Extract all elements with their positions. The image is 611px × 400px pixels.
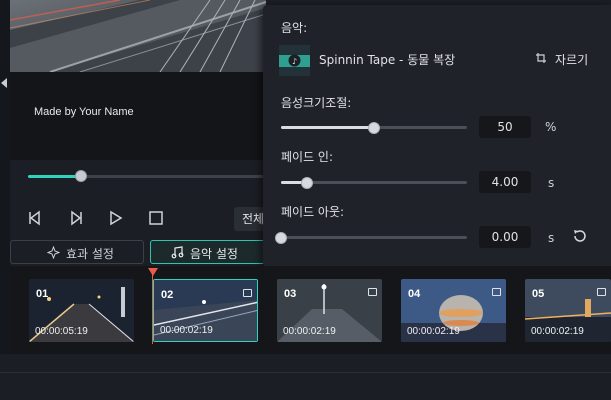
bottom-divider: [0, 372, 611, 373]
bottom-bar: [0, 354, 611, 400]
collapse-left-arrow-icon[interactable]: [1, 78, 7, 88]
tab-effects-settings[interactable]: 효과 설정: [10, 240, 144, 264]
fade-out-value-input[interactable]: 0.00: [479, 226, 531, 248]
music-settings-popover: [263, 5, 611, 267]
fade-in-slider-handle[interactable]: [301, 177, 314, 189]
left-edge-strip: [0, 0, 10, 400]
clip-duration: 00:00:02:19: [160, 325, 213, 336]
playhead-line: [152, 274, 153, 344]
fade-out-label: 페이드 아웃:: [281, 205, 345, 219]
playhead-marker[interactable]: [148, 268, 158, 276]
seek-handle[interactable]: [74, 170, 87, 182]
clip-number: 03: [284, 288, 297, 300]
clip-number: 01: [36, 288, 49, 300]
music-heading: 음악:: [281, 21, 308, 35]
picture-icon: [243, 289, 252, 297]
tab-music-settings[interactable]: 음악 설정: [150, 240, 266, 264]
fullscreen-button[interactable]: 전체: [234, 207, 266, 231]
picture-icon: [492, 288, 501, 296]
fade-in-value-input[interactable]: 4.00: [479, 171, 531, 193]
clip-thumbnail-selected[interactable]: 02 00:00:02:19: [153, 279, 258, 342]
svg-text:♪: ♪: [292, 57, 297, 66]
music-note-icon: [171, 246, 184, 259]
clip-thumbnail[interactable]: 04 00:00:02:19: [401, 279, 506, 342]
cut-label: 자르기: [555, 53, 589, 67]
fade-in-unit: s: [548, 176, 555, 190]
stop-icon[interactable]: [148, 210, 164, 226]
clip-number: 04: [408, 288, 421, 300]
volume-slider-fill: [281, 126, 374, 129]
sparkle-icon: [47, 246, 60, 259]
track-name: Spinnin Tape - 동물 복장: [319, 53, 456, 67]
music-thumbnail: ♪: [279, 45, 310, 76]
volume-value-input[interactable]: 50: [479, 116, 531, 138]
crop-icon: [536, 53, 546, 63]
fade-in-label: 페이드 인:: [281, 150, 334, 164]
volume-slider-handle[interactable]: [368, 122, 380, 134]
picture-icon: [597, 288, 606, 296]
tab-effects-label: 효과 설정: [66, 247, 114, 261]
preview-bridge-image: [10, 0, 266, 72]
seek-progress: [28, 175, 81, 178]
tab-music-label: 음악 설정: [190, 247, 238, 261]
clip-duration: 00:00:02:19: [407, 326, 460, 337]
clip-duration: 00:00:02:19: [531, 326, 584, 337]
fade-out-slider-handle[interactable]: [275, 232, 287, 244]
clip-thumbnail[interactable]: 05 00:00:02:19: [525, 279, 611, 342]
play-icon[interactable]: [108, 210, 124, 226]
volume-unit: %: [545, 120, 557, 134]
video-preview: [10, 0, 266, 72]
reset-icon[interactable]: [572, 228, 588, 244]
fade-out-slider[interactable]: [281, 236, 467, 239]
next-frame-icon[interactable]: [68, 210, 84, 226]
prev-frame-icon[interactable]: [27, 210, 43, 226]
clip-number: 02: [161, 289, 174, 301]
clip-duration: 00:00:05:19: [35, 326, 88, 337]
clip-number: 05: [532, 288, 545, 300]
clip-duration: 00:00:02:19: [283, 326, 336, 337]
watermark-text: Made by Your Name: [34, 106, 134, 118]
clip-thumbnail[interactable]: 01 00:00:05:19: [29, 279, 134, 342]
clip-thumbnail[interactable]: 03 00:00:02:19: [277, 279, 382, 342]
fade-out-unit: s: [548, 231, 555, 245]
volume-label: 음성크기조절:: [281, 96, 352, 110]
picture-icon: [368, 288, 377, 296]
